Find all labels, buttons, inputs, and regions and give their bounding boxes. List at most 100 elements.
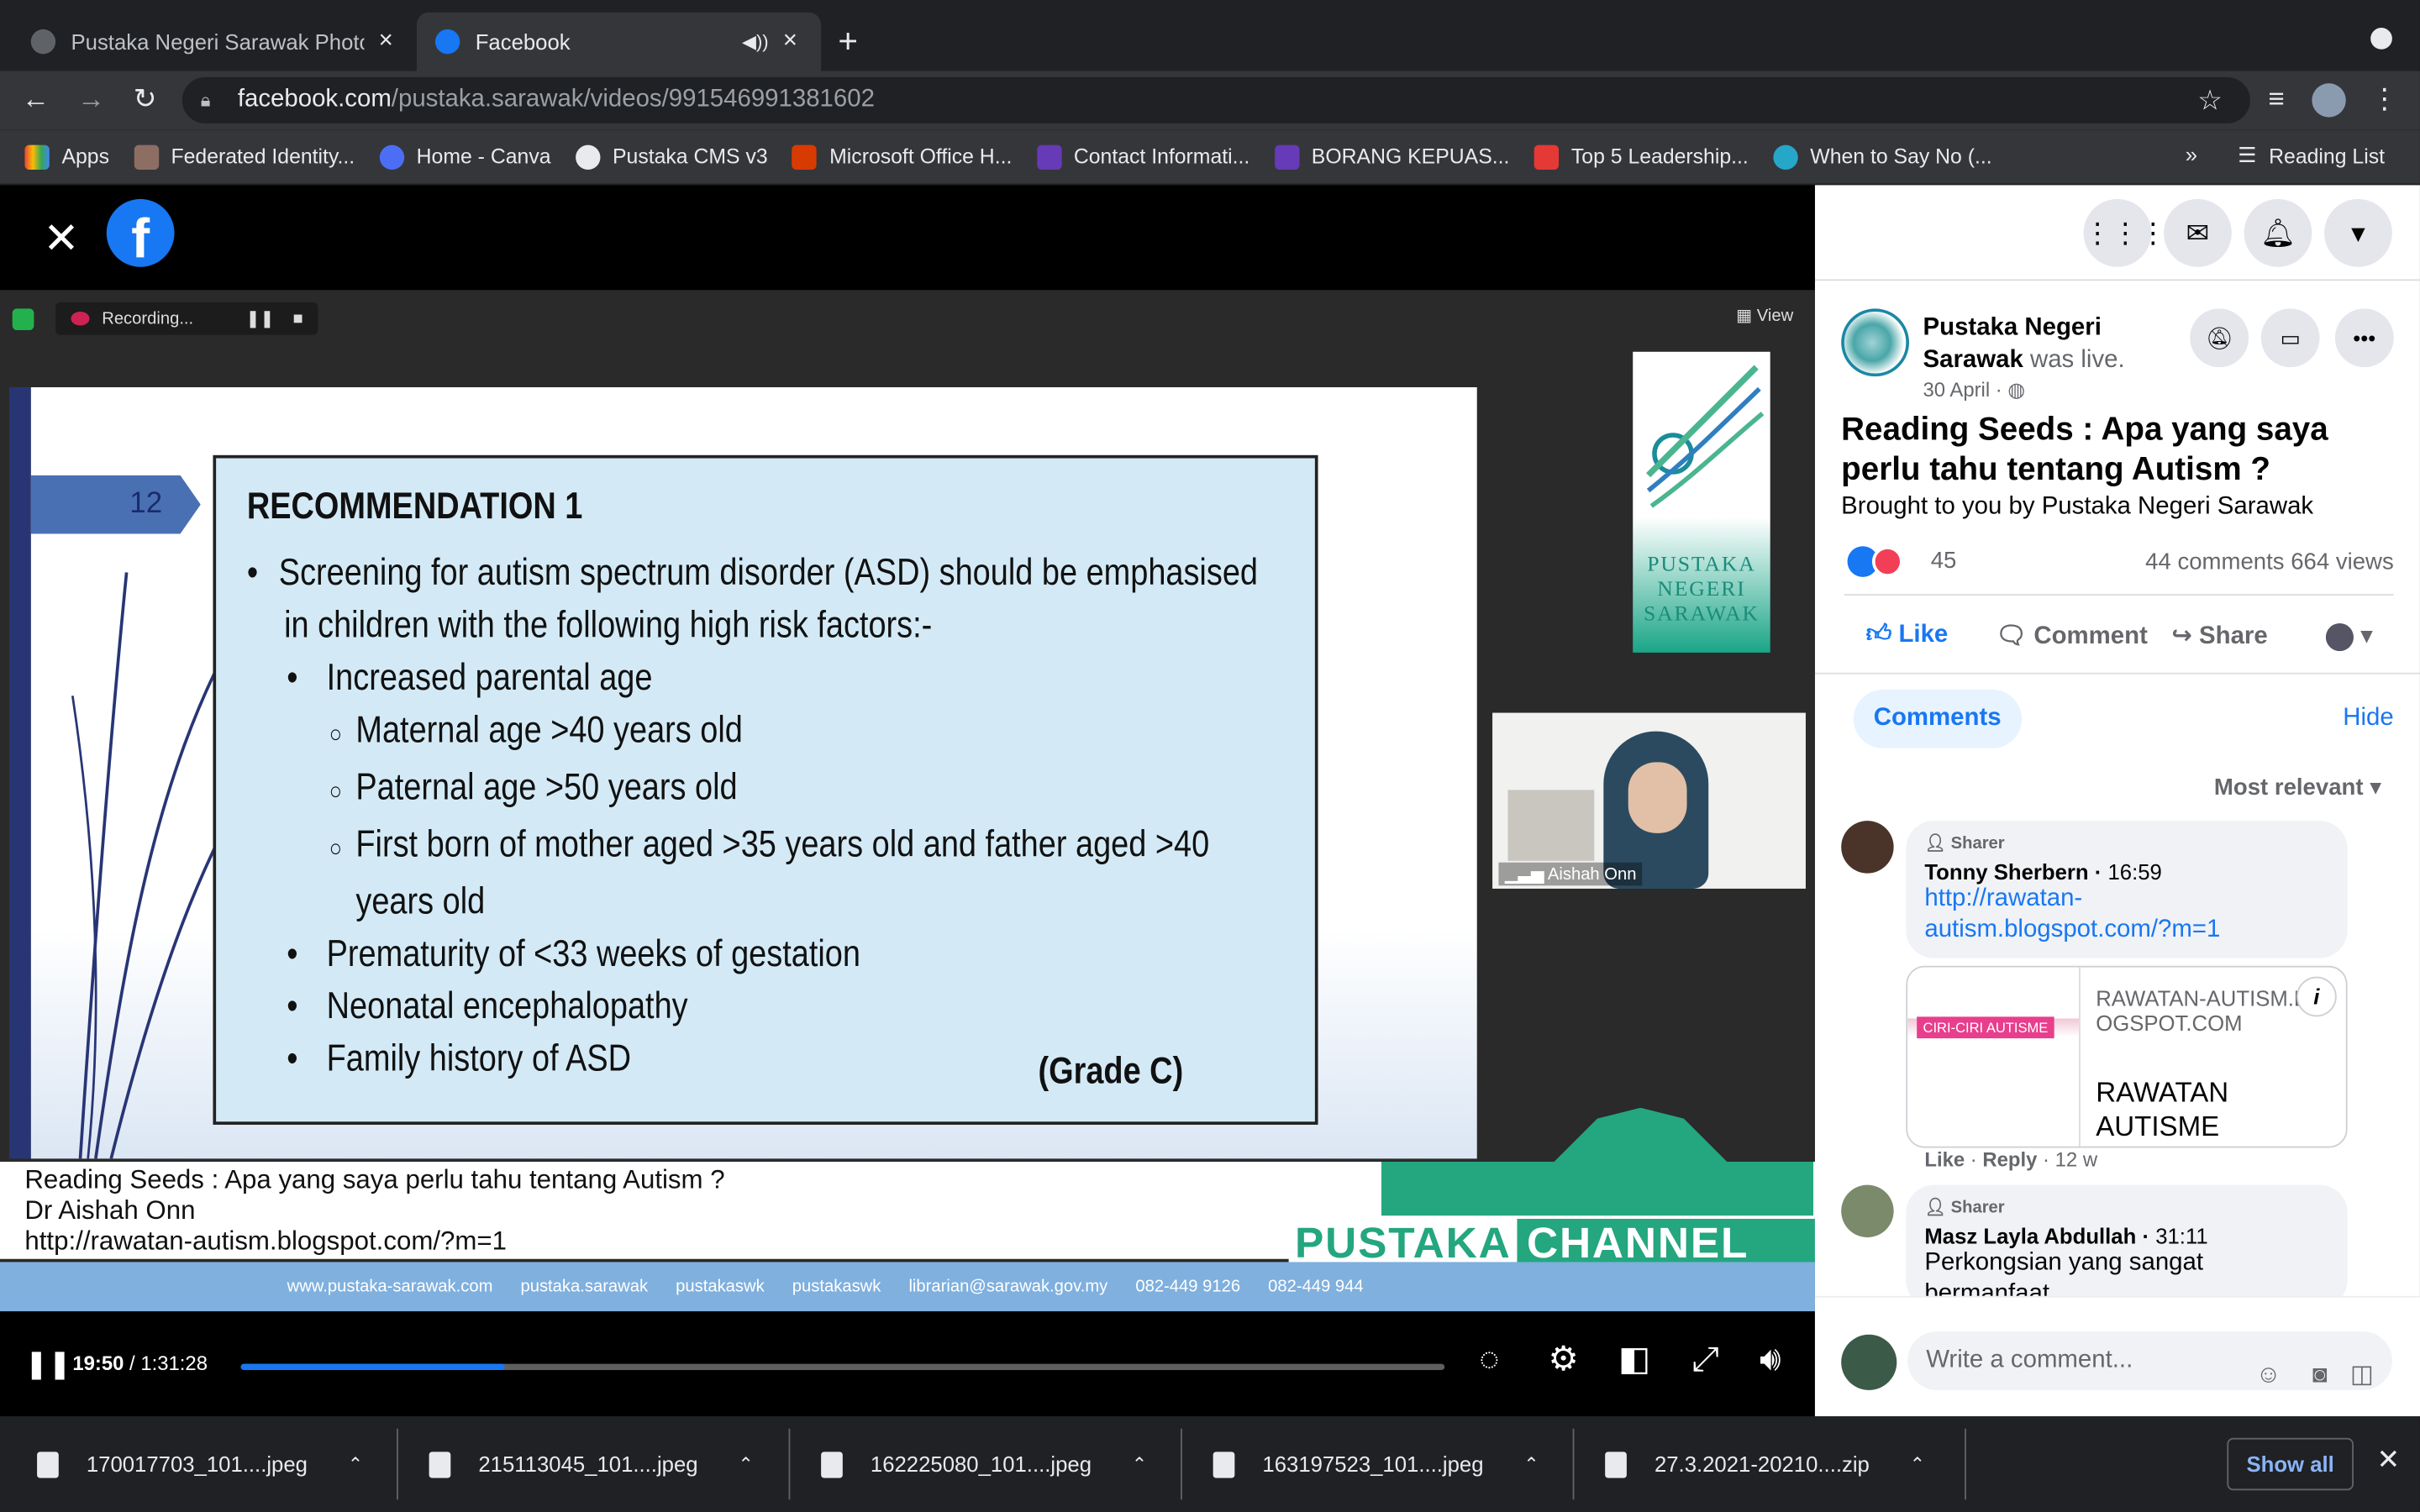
- like-button[interactable]: 👍︎ Like: [1866, 620, 1949, 649]
- bookmark-cms[interactable]: Pustaka CMS v3: [575, 144, 768, 170]
- bookmark-canva[interactable]: Home - Canva: [379, 144, 551, 170]
- close-tab-icon[interactable]: ×: [778, 28, 802, 55]
- reaction-count[interactable]: 45: [1931, 548, 1957, 574]
- info-icon[interactable]: i: [2296, 976, 2337, 1017]
- chevron-up-icon[interactable]: ⌃: [348, 1453, 363, 1475]
- url-host: facebook.com: [237, 86, 392, 113]
- comment-reply-link[interactable]: Reply: [1982, 1148, 2037, 1172]
- share-button[interactable]: ↪ Share: [2171, 620, 2267, 651]
- link-preview-card[interactable]: CIRI-CIRI AUTISME RAWATAN-AUTISM.BLOGSPO…: [1906, 965, 2348, 1148]
- forward-icon[interactable]: →: [74, 83, 108, 116]
- comment-sort-dropdown[interactable]: Most relevant ▾: [2214, 773, 2381, 801]
- notifications-bell-icon[interactable]: 🔔︎: [2244, 198, 2312, 267]
- pause-button[interactable]: ❚❚: [24, 1348, 71, 1381]
- profile-avatar[interactable]: [2312, 83, 2346, 118]
- love-reaction-icon[interactable]: [1871, 546, 1903, 577]
- comment-input[interactable]: Write a comment... ☺ ◙ ◫: [1907, 1331, 2392, 1390]
- facebook-logo-icon[interactable]: f: [106, 198, 175, 270]
- comment-timestamp[interactable]: 16:59: [2108, 859, 2162, 884]
- close-download-bar-icon[interactable]: ✕: [2377, 1444, 2401, 1477]
- video-viewer[interactable]: ✕ f Recording... ❚❚ ■ ▦ View 12 RECOMMENDA…: [0, 185, 1815, 1417]
- download-item[interactable]: 27.3.2021-20210....zip ⌃: [1605, 1416, 1925, 1512]
- chevron-up-icon[interactable]: ⌃: [1523, 1453, 1539, 1475]
- sharer-icon: 👤︎: [1924, 1199, 1951, 1218]
- menu-grid-icon[interactable]: ⋮⋮⋮: [2083, 198, 2167, 267]
- chevron-up-icon[interactable]: ⌃: [1910, 1453, 1925, 1475]
- emoji-icon[interactable]: ☺: [2256, 1347, 2281, 1405]
- back-icon[interactable]: ←: [18, 83, 52, 116]
- close-icon[interactable]: ✕: [43, 213, 79, 264]
- comment-timestamp[interactable]: 31:11: [2155, 1224, 2207, 1248]
- bookmark-federated[interactable]: Federated Identity...: [134, 144, 355, 170]
- media-control-icon[interactable]: ≡: [2260, 83, 2293, 116]
- commenter-name[interactable]: Tonny Sherbern: [1924, 859, 2088, 884]
- settings-gear-icon[interactable]: ⚙: [1544, 1339, 1584, 1379]
- comment-button[interactable]: 🗨︎ Comment: [1996, 620, 2148, 651]
- comment-bubble: 👤︎ Sharer Tonny Sherbern · 16:59 http://…: [1906, 821, 2348, 958]
- captions-icon[interactable]: ◌: [1470, 1339, 1510, 1379]
- bookmark-star-icon[interactable]: ☆: [2197, 84, 2223, 117]
- bookmark-label: Federated Identity...: [171, 144, 355, 169]
- was-live-label: was live.: [2029, 347, 2125, 374]
- fullscreen-icon[interactable]: ⤢: [1686, 1339, 1726, 1379]
- react-as-selector[interactable]: ▾: [2325, 620, 2373, 651]
- tab-comments[interactable]: Comments: [1853, 690, 2022, 748]
- logo-word: NEGERI: [1657, 578, 1746, 602]
- show-all-downloads-button[interactable]: Show all: [2227, 1437, 2354, 1491]
- download-item[interactable]: 215113045_101....jpeg ⌃: [429, 1416, 754, 1512]
- tab-search-icon[interactable]: [2370, 28, 2392, 50]
- picture-in-picture-icon[interactable]: ◧: [1614, 1339, 1655, 1379]
- new-tab-button[interactable]: +: [838, 22, 858, 62]
- bookmark-borang[interactable]: BORANG KEPUAS...: [1274, 144, 1509, 170]
- chevron-up-icon[interactable]: ⌃: [1132, 1453, 1147, 1475]
- close-tab-icon[interactable]: ×: [373, 28, 397, 55]
- menu-kebab-icon[interactable]: ⋮: [2367, 83, 2401, 116]
- commenter-avatar[interactable]: [1841, 1184, 1894, 1238]
- recording-label: Recording...: [102, 309, 194, 328]
- bookmark-say-no[interactable]: When to Say No (...: [1773, 144, 1992, 170]
- commenter-avatar[interactable]: [1841, 821, 1894, 874]
- more-options-icon[interactable]: •••: [2334, 308, 2394, 368]
- comment-link[interactable]: http://rawatan-autism.blogspot.com/?m=1: [1924, 884, 2328, 945]
- reading-list-button[interactable]: ☰ Reading List: [2238, 144, 2385, 168]
- bookmark-office[interactable]: Microsoft Office H...: [792, 144, 1012, 170]
- comment-age[interactable]: 12 w: [2055, 1148, 2097, 1172]
- account-dropdown-icon[interactable]: ▾: [2324, 198, 2392, 267]
- share-icon: ↪: [2171, 623, 2200, 650]
- bullet-text: Maternal age >40 years old: [355, 709, 743, 752]
- download-item[interactable]: 163197523_101....jpeg ⌃: [1213, 1416, 1539, 1512]
- video-frame[interactable]: Recording... ❚❚ ■ ▦ View 12 RECOMMENDATION…: [0, 290, 1815, 1312]
- chevron-up-icon[interactable]: ⌃: [738, 1453, 753, 1475]
- bookmark-apps[interactable]: Apps: [24, 144, 110, 170]
- reload-icon[interactable]: ↻: [128, 83, 161, 116]
- post-date[interactable]: 30 April · ◍: [1923, 378, 2026, 402]
- volume-icon[interactable]: 🔊︎: [1750, 1339, 1791, 1379]
- download-filename: 163197523_101....jpeg: [1262, 1452, 1484, 1477]
- sticker-icon[interactable]: ◫: [2350, 1347, 2374, 1405]
- sub-bullet-item: • Family history of ASD: [287, 1038, 632, 1080]
- reading-list-label: Reading List: [2269, 144, 2386, 168]
- tab-facebook[interactable]: Facebook ◀)) ×: [416, 12, 822, 71]
- address-bar[interactable]: 🔒︎ facebook.com /pustaka.sarawak/videos/…: [182, 76, 2250, 123]
- mute-notifications-icon[interactable]: 🔕︎: [2190, 308, 2249, 368]
- more-bookmarks-icon[interactable]: »: [2186, 142, 2197, 166]
- comments-count[interactable]: 44 comments: [2145, 549, 2284, 575]
- bookmark-label: Apps: [61, 144, 110, 169]
- page-avatar[interactable]: [1841, 308, 1909, 377]
- progress-bar[interactable]: [240, 1363, 1445, 1370]
- bookmark-contact[interactable]: Contact Informati...: [1036, 144, 1249, 170]
- messenger-icon[interactable]: ✉: [2164, 198, 2232, 267]
- download-item[interactable]: 170017703_101....jpeg ⌃: [37, 1416, 363, 1512]
- footer-instagram: pustakaswk: [792, 1277, 881, 1296]
- commenter-name[interactable]: Masz Layla Abdullah: [1924, 1224, 2136, 1248]
- divider: [1181, 1428, 1182, 1500]
- comment-like-link[interactable]: Like: [1924, 1148, 1965, 1172]
- download-item[interactable]: 162225080_101....jpeg ⌃: [821, 1416, 1147, 1512]
- hide-comments-link[interactable]: Hide: [2343, 705, 2393, 732]
- bookmark-icon: [1773, 144, 1798, 170]
- camera-icon[interactable]: ◙: [2312, 1347, 2328, 1405]
- tab-pustaka-photo[interactable]: Pustaka Negeri Sarawak Photo ×: [13, 13, 417, 71]
- speaker-icon[interactable]: ◀)): [742, 31, 769, 53]
- bookmark-leadership[interactable]: Top 5 Leadership...: [1534, 144, 1749, 170]
- save-icon[interactable]: ▭: [2260, 308, 2320, 368]
